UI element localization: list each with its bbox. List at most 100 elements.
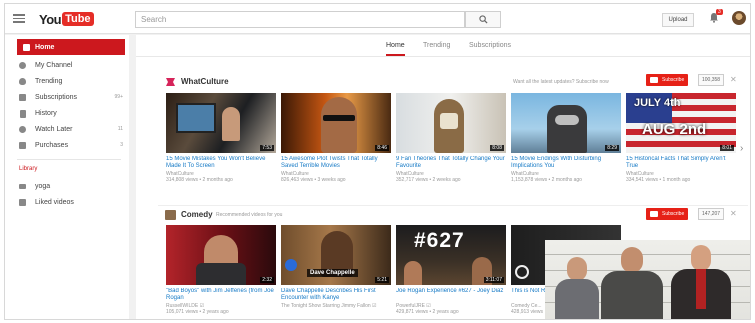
video-thumbnail[interactable]: JULY 4th AUG 2nd 8:01: [626, 93, 736, 153]
subscribe-button[interactable]: Subscribe: [646, 74, 689, 86]
video-thumbnail[interactable]: Dave Chappelle 5:21: [281, 225, 391, 285]
video-thumbnail[interactable]: #627 3:11:07: [396, 225, 506, 285]
thumbnail-figure-shape: [404, 261, 422, 285]
close-icon[interactable]: ✕: [730, 210, 737, 218]
sidebar-item-subscriptions[interactable]: Subscriptions 99+: [5, 89, 129, 105]
sidebar-item-my-channel[interactable]: My Channel: [5, 57, 129, 73]
avatar[interactable]: [732, 11, 746, 25]
chevron-right-icon[interactable]: ›: [740, 143, 743, 154]
tab-trending[interactable]: Trending: [423, 42, 450, 49]
search-input[interactable]: Search: [135, 11, 465, 28]
video-card[interactable]: 8:08 9 Fan Theories That Totally Change …: [396, 93, 506, 183]
whatculture-logo-icon[interactable]: [165, 77, 176, 87]
menu-icon[interactable]: [13, 14, 25, 23]
thumbnail-text: JULY 4th: [634, 97, 681, 109]
sidebar-item-label: Subscriptions: [35, 93, 78, 101]
video-thumbnail[interactable]: 8:29: [511, 93, 621, 153]
video-card[interactable]: 7:53 15 Movie Mistakes You Won't Believe…: [166, 93, 276, 183]
video-title[interactable]: "Bad Boyos" with Jim Jefferies (from Joe…: [166, 288, 276, 302]
person-figure: [671, 245, 731, 319]
sidebar-item-label: History: [35, 109, 57, 117]
sidebar: Home My Channel Trending Subscriptions 9…: [5, 35, 129, 319]
video-channel[interactable]: The Tonight Show Starring Jimmy Fallon ☑: [281, 303, 391, 309]
video-duration: 5:21: [375, 277, 389, 283]
search-button[interactable]: [465, 11, 501, 28]
thumbnail-figure-shape: [222, 107, 240, 141]
thumbs-up-icon: [19, 199, 26, 206]
video-thumbnail[interactable]: 8:08: [396, 93, 506, 153]
home-icon: [23, 44, 30, 51]
playlist-icon: [19, 184, 26, 189]
subscribe-button[interactable]: Subscribe: [646, 208, 689, 220]
shelf-title[interactable]: WhatCulture: [181, 77, 229, 86]
video-title[interactable]: Dave Chappelle Describes His First Encou…: [281, 288, 391, 302]
sidebar-item-purchases[interactable]: Purchases 3: [5, 137, 129, 153]
notification-badge: 3: [716, 9, 723, 15]
video-title[interactable]: 15 Awesome Plot Twists That Totally Save…: [281, 156, 391, 170]
video-title[interactable]: 15 Movie Mistakes You Won't Believe Made…: [166, 156, 276, 170]
shelf-header-whatculture: WhatCulture Want all the latest updates?…: [158, 74, 748, 90]
tab-bar: Home Trending Subscriptions: [136, 35, 750, 57]
sidebar-item-label: Trending: [35, 77, 63, 85]
comedy-channel-icon[interactable]: [165, 210, 176, 220]
sidebar-item-label: My Channel: [35, 61, 73, 69]
subscribe-label: Subscribe: [662, 211, 685, 217]
video-card[interactable]: #627 3:11:07 Joe Rogan Experience #627 -…: [396, 225, 506, 315]
thumbnail-figure-shape: [321, 97, 357, 153]
video-duration: 8:29: [605, 145, 619, 151]
sidebar-item-trending[interactable]: Trending: [5, 73, 129, 89]
thumbnail-text: AUG 2nd: [642, 121, 707, 138]
video-duration: 8:46: [375, 145, 389, 151]
subscriber-count: 100,358: [698, 74, 725, 86]
video-card[interactable]: JULY 4th AUG 2nd 8:01 15 Historical Fact…: [626, 93, 736, 183]
thumbnail-figure-shape: [547, 105, 587, 153]
video-meta: 1,153,878 views • 2 months ago: [511, 177, 582, 183]
library-heading: Library: [19, 166, 38, 172]
tab-subscriptions[interactable]: Subscriptions: [469, 42, 511, 49]
video-meta: 429,871 views • 2 years ago: [396, 309, 459, 315]
shelf-title[interactable]: Comedy: [181, 210, 213, 219]
video-title[interactable]: 15 Historical Facts That Simply Aren't T…: [626, 156, 736, 170]
person-figure: [601, 247, 663, 319]
sidebar-item-watch-later[interactable]: Watch Later 11: [5, 121, 129, 137]
youtube-logo[interactable]: You Tube: [39, 11, 94, 27]
sidebar-item-liked-videos[interactable]: Liked videos: [5, 194, 129, 210]
sidebar-item-yoga[interactable]: yoga: [5, 178, 129, 194]
video-thumbnail[interactable]: 7:53: [166, 93, 276, 153]
upload-button[interactable]: Upload: [662, 13, 694, 27]
video-card[interactable]: 2:32 "Bad Boyos" with Jim Jefferies (fro…: [166, 225, 276, 315]
sidebar-item-home[interactable]: Home: [17, 39, 125, 55]
video-title[interactable]: 15 Movie Endings With Disturbing Implica…: [511, 156, 621, 170]
subscribe-label: Subscribe: [662, 77, 685, 83]
sidebar-item-history[interactable]: History: [5, 105, 129, 121]
video-card[interactable]: Dave Chappelle 5:21 Dave Chappelle Descr…: [281, 225, 391, 309]
video-card[interactable]: 8:29 15 Movie Endings With Disturbing Im…: [511, 93, 621, 183]
video-title[interactable]: 9 Fan Theories That Totally Change Your …: [396, 156, 506, 170]
video-duration: 2:32: [260, 277, 274, 283]
thumbnail-goggles-shape: [555, 115, 579, 125]
video-meta: 314,808 views • 2 months ago: [166, 177, 233, 183]
thumbnail-mask-shape: [440, 113, 458, 129]
sidebar-item-label: Purchases: [35, 141, 69, 149]
shelf-header-comedy: Comedy Recommended videos for you Subscr…: [158, 205, 748, 221]
video-thumbnail[interactable]: 2:32: [166, 225, 276, 285]
person-figure: [555, 257, 599, 319]
tab-home[interactable]: Home: [386, 42, 405, 56]
video-duration: 8:08: [490, 145, 504, 151]
lineup-photo: [545, 240, 750, 319]
thumbnail-text: #627: [414, 229, 465, 252]
youtube-window: You Tube Search Upload 3 Home My Channel: [4, 3, 751, 320]
video-meta: 105,071 views • 2 years ago: [166, 309, 229, 315]
subscribe-prompt: Want all the latest updates? Subscribe n…: [513, 79, 609, 85]
top-bar: You Tube Search Upload 3: [5, 4, 750, 34]
video-card[interactable]: 8:46 15 Awesome Plot Twists That Totally…: [281, 93, 391, 183]
youtube-play-icon: [650, 211, 658, 217]
video-title[interactable]: Joe Rogan Experience #627 - Joey Diaz: [396, 288, 506, 302]
sidebar-item-count: 11: [117, 126, 123, 132]
close-icon[interactable]: ✕: [730, 76, 737, 84]
video-thumbnail[interactable]: 8:46: [281, 93, 391, 153]
history-icon: [20, 110, 26, 118]
sidebar-item-count: 3: [120, 142, 123, 148]
video-meta: 826,463 views • 3 weeks ago: [281, 177, 346, 183]
sidebar-item-label: Liked videos: [35, 198, 74, 206]
